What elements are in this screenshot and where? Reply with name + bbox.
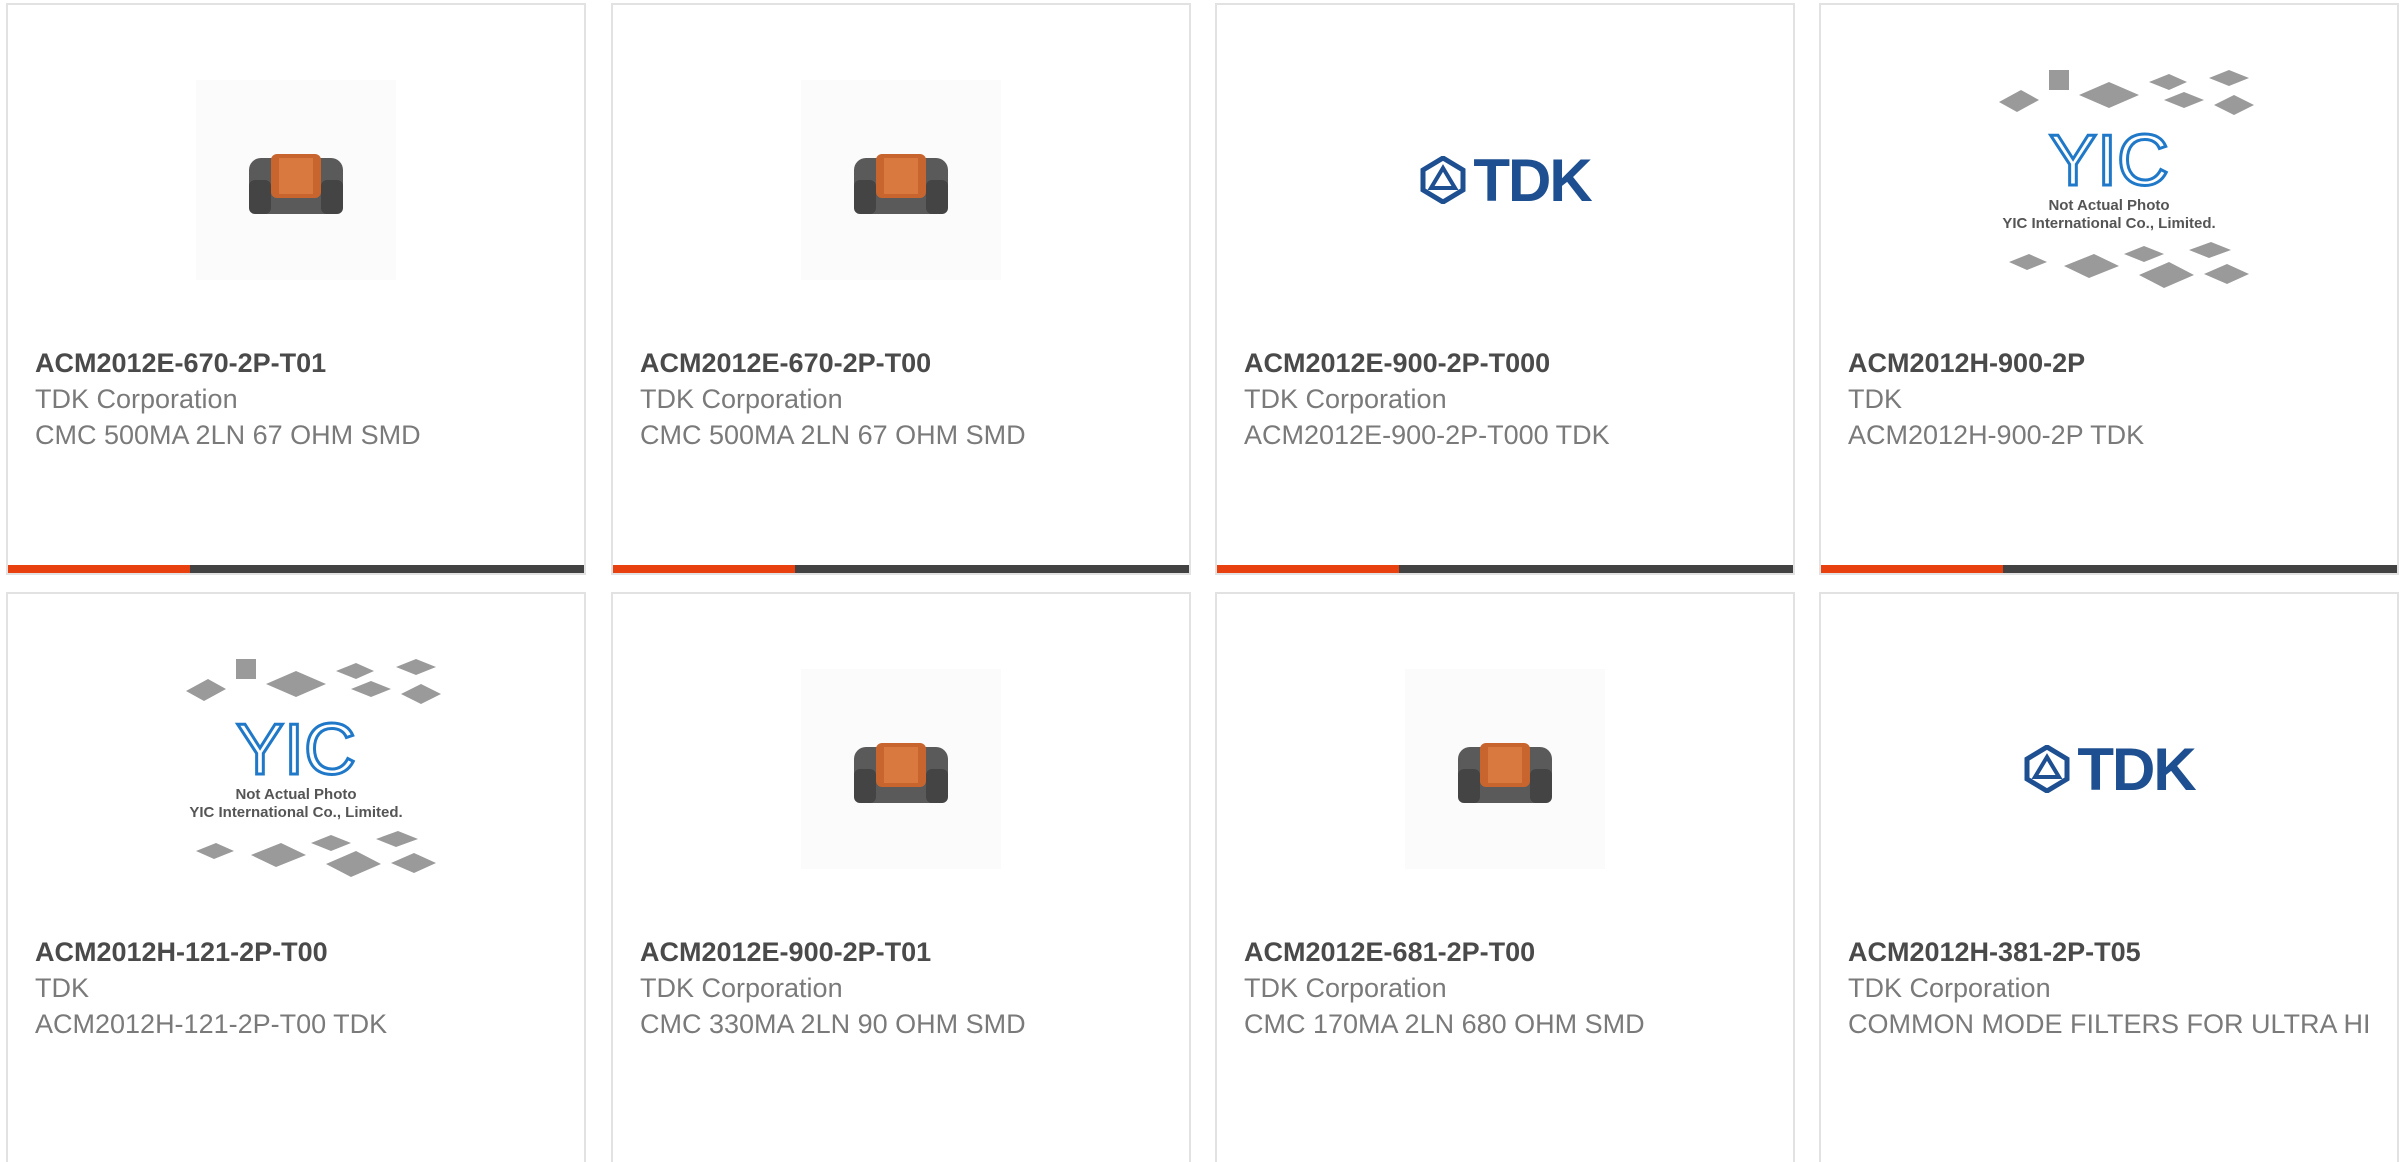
product-info: ACM2012H-381-2P-T05 TDK Corporation COMM…	[1848, 934, 2377, 1042]
manufacturer: TDK Corporation	[640, 973, 843, 1003]
svg-text:Not Actual Photo: Not Actual Photo	[2048, 197, 2169, 214]
inductor-photo	[196, 80, 396, 280]
product-image[interactable]	[613, 634, 1189, 904]
part-number[interactable]: ACM2012E-670-2P-T00	[640, 345, 1169, 381]
product-card[interactable]: YIC Not Actual Photo YIC International C…	[6, 592, 586, 1162]
manufacturer: TDK	[1848, 384, 1902, 414]
part-number[interactable]: ACM2012H-121-2P-T00	[35, 934, 564, 970]
product-info: ACM2012H-900-2P TDK ACM2012H-900-2P TDK	[1848, 345, 2377, 453]
inductor-photo	[801, 669, 1001, 869]
card-accent-bar	[613, 565, 1189, 573]
part-number[interactable]: ACM2012E-681-2P-T00	[1244, 934, 1773, 970]
product-info: ACM2012E-670-2P-T01 TDK Corporation CMC …	[35, 345, 564, 453]
description: CMC 330MA 2LN 90 OHM SMD	[640, 1009, 1026, 1039]
svg-text:Not Actual Photo: Not Actual Photo	[235, 786, 356, 803]
description: CMC 170MA 2LN 680 OHM SMD	[1244, 1009, 1645, 1039]
card-accent-bar	[1821, 565, 2397, 573]
svg-text:YIC: YIC	[236, 710, 356, 790]
product-image[interactable]	[613, 45, 1189, 315]
manufacturer: TDK Corporation	[1244, 384, 1447, 414]
manufacturer: TDK	[35, 973, 89, 1003]
product-info: ACM2012E-681-2P-T00 TDK Corporation CMC …	[1244, 934, 1773, 1042]
part-number[interactable]: ACM2012E-900-2P-T01	[640, 934, 1169, 970]
description: CMC 500MA 2LN 67 OHM SMD	[35, 420, 421, 450]
description: ACM2012H-121-2P-T00 TDK	[35, 1009, 388, 1039]
manufacturer: TDK Corporation	[35, 384, 238, 414]
product-grid: ACM2012E-670-2P-T01 TDK Corporation CMC …	[0, 0, 2400, 1162]
description: ACM2012H-900-2P TDK	[1848, 420, 2145, 450]
manufacturer: TDK Corporation	[1848, 973, 2051, 1003]
part-number[interactable]: ACM2012H-381-2P-T05	[1848, 934, 2377, 970]
description: CMC 500MA 2LN 67 OHM SMD	[640, 420, 1026, 450]
product-card[interactable]: TDK ACM2012H-381-2P-T05 TDK Corporation …	[1819, 592, 2399, 1162]
part-number[interactable]: ACM2012E-900-2P-T000	[1244, 345, 1773, 381]
svg-text:YIC: YIC	[2049, 121, 2169, 201]
svg-text:YIC International Co., Limited: YIC International Co., Limited.	[189, 804, 402, 821]
product-info: ACM2012E-670-2P-T00 TDK Corporation CMC …	[640, 345, 1169, 453]
description: COMMON MODE FILTERS FOR ULTRA HI	[1848, 1009, 2371, 1039]
inductor-photo	[801, 80, 1001, 280]
product-card[interactable]: ACM2012E-681-2P-T00 TDK Corporation CMC …	[1215, 592, 1795, 1162]
manufacturer: TDK Corporation	[1244, 973, 1447, 1003]
product-card[interactable]: TDK ACM2012E-900-2P-T000 TDK Corporation…	[1215, 3, 1795, 575]
product-info: ACM2012E-900-2P-T000 TDK Corporation ACM…	[1244, 345, 1773, 453]
product-card[interactable]: ACM2012E-670-2P-T01 TDK Corporation CMC …	[6, 3, 586, 575]
card-accent-bar	[8, 565, 584, 573]
product-image[interactable]: TDK	[1821, 634, 2397, 904]
product-image[interactable]: YIC Not Actual Photo YIC International C…	[8, 634, 584, 904]
tdk-logo: TDK	[1419, 146, 1593, 215]
yic-placeholder-image: YIC Not Actual Photo YIC International C…	[1959, 50, 2259, 310]
manufacturer: TDK Corporation	[640, 384, 843, 414]
card-accent-bar	[1217, 565, 1793, 573]
yic-placeholder-image: YIC Not Actual Photo YIC International C…	[146, 639, 446, 899]
product-image[interactable]: TDK	[1217, 45, 1793, 315]
svg-text:YIC International Co., Limited: YIC International Co., Limited.	[2002, 215, 2215, 232]
part-number[interactable]: ACM2012E-670-2P-T01	[35, 345, 564, 381]
product-card[interactable]: ACM2012E-900-2P-T01 TDK Corporation CMC …	[611, 592, 1191, 1162]
product-image[interactable]	[8, 45, 584, 315]
description: ACM2012E-900-2P-T000 TDK	[1244, 420, 1610, 450]
product-image[interactable]	[1217, 634, 1793, 904]
product-card[interactable]: YIC Not Actual Photo YIC International C…	[1819, 3, 2399, 575]
part-number[interactable]: ACM2012H-900-2P	[1848, 345, 2377, 381]
inductor-photo	[1405, 669, 1605, 869]
product-card[interactable]: ACM2012E-670-2P-T00 TDK Corporation CMC …	[611, 3, 1191, 575]
tdk-logo: TDK	[2023, 735, 2197, 804]
product-info: ACM2012E-900-2P-T01 TDK Corporation CMC …	[640, 934, 1169, 1042]
product-info: ACM2012H-121-2P-T00 TDK ACM2012H-121-2P-…	[35, 934, 564, 1042]
product-image[interactable]: YIC Not Actual Photo YIC International C…	[1821, 45, 2397, 315]
